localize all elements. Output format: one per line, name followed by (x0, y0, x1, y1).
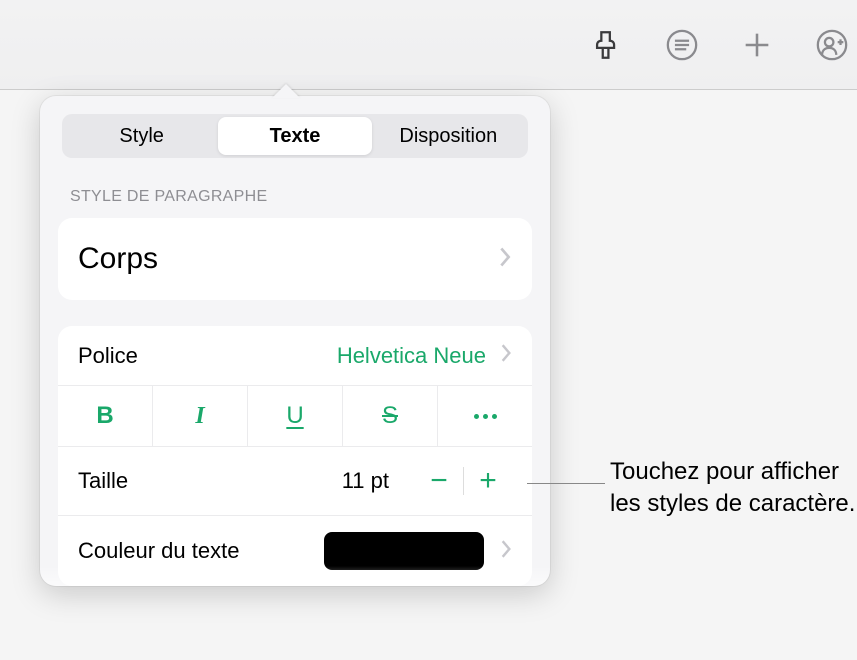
plus-icon[interactable] (737, 25, 777, 65)
callout-text: Touchez pour afficher les styles de cara… (610, 456, 857, 521)
tab-style[interactable]: Style (65, 117, 218, 155)
tab-layout[interactable]: Disposition (372, 117, 525, 155)
more-button[interactable] (438, 386, 532, 446)
font-value: Helvetica Neue (337, 343, 486, 369)
format-buttons-row: B I U S (58, 386, 532, 447)
collaborate-icon[interactable] (812, 25, 852, 65)
italic-button[interactable]: I (153, 386, 248, 446)
ellipsis-icon (474, 414, 497, 419)
size-decrease-button[interactable]: − (415, 463, 463, 499)
format-brush-icon[interactable] (587, 25, 627, 65)
underline-button[interactable]: U (248, 386, 343, 446)
font-group: Police Helvetica Neue B I U S Taille (58, 326, 532, 586)
font-row[interactable]: Police Helvetica Neue (58, 326, 532, 386)
chevron-right-icon (498, 246, 512, 273)
chevron-right-icon (500, 343, 512, 369)
text-color-row[interactable]: Couleur du texte (58, 516, 532, 586)
size-stepper: − + (415, 463, 512, 499)
font-label: Police (78, 343, 138, 369)
app-toolbar (0, 20, 857, 70)
callout-line (527, 483, 605, 484)
chevron-right-icon (500, 539, 512, 564)
panel-tabs: Style Texte Disposition (62, 114, 528, 158)
bold-button[interactable]: B (58, 386, 153, 446)
format-panel: Style Texte Disposition Style de paragra… (40, 96, 550, 586)
paragraph-style-row[interactable]: Corps (58, 218, 532, 300)
size-row: Taille 11 pt − + (58, 447, 532, 516)
text-color-swatch[interactable] (324, 532, 484, 570)
size-value: 11 pt (329, 468, 389, 494)
size-increase-button[interactable]: + (464, 463, 512, 499)
strikethrough-button[interactable]: S (343, 386, 438, 446)
size-label: Taille (78, 468, 128, 494)
tab-text[interactable]: Texte (218, 117, 371, 155)
text-color-label: Couleur du texte (78, 538, 239, 564)
list-icon[interactable] (662, 25, 702, 65)
paragraph-style-value: Corps (78, 242, 158, 276)
paragraph-style-header: Style de paragraphe (40, 176, 550, 218)
